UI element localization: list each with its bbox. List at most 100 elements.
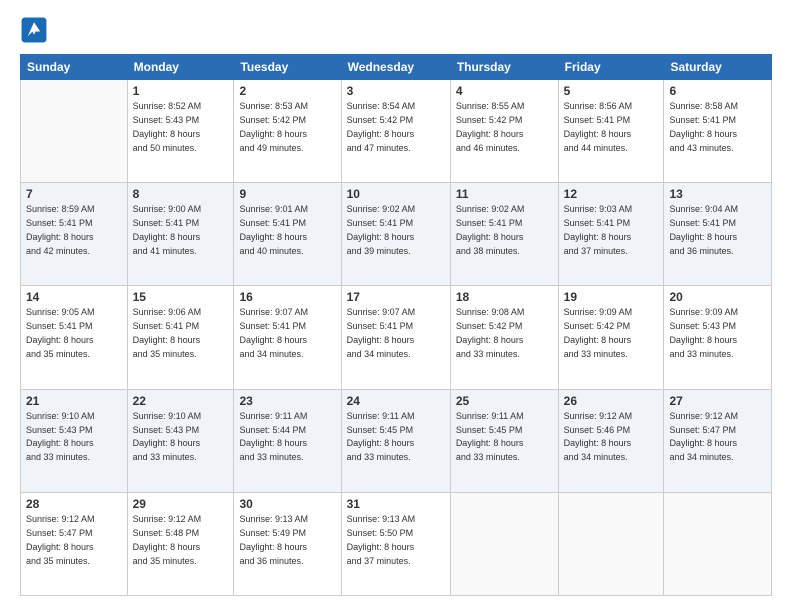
daylight-line2: and 34 minutes. — [669, 452, 733, 462]
daylight-line2: and 36 minutes. — [239, 556, 303, 566]
day-info: Sunrise: 9:10 AMSunset: 5:43 PMDaylight:… — [26, 410, 122, 466]
sunrise-text: Sunrise: 9:02 AM — [456, 204, 525, 214]
daylight-line1: Daylight: 8 hours — [239, 232, 307, 242]
sunrise-text: Sunrise: 9:06 AM — [133, 307, 202, 317]
sunrise-text: Sunrise: 9:01 AM — [239, 204, 308, 214]
daylight-line1: Daylight: 8 hours — [347, 129, 415, 139]
calendar-cell: 7Sunrise: 8:59 AMSunset: 5:41 PMDaylight… — [21, 183, 128, 286]
sunset-text: Sunset: 5:42 PM — [456, 115, 523, 125]
day-number: 3 — [347, 84, 445, 98]
daylight-line1: Daylight: 8 hours — [239, 335, 307, 345]
day-info: Sunrise: 9:02 AMSunset: 5:41 PMDaylight:… — [347, 203, 445, 259]
daylight-line2: and 33 minutes. — [456, 349, 520, 359]
sunrise-text: Sunrise: 9:10 AM — [26, 411, 95, 421]
daylight-line2: and 33 minutes. — [239, 452, 303, 462]
day-info: Sunrise: 9:12 AMSunset: 5:47 PMDaylight:… — [669, 410, 766, 466]
daylight-line2: and 35 minutes. — [133, 349, 197, 359]
sunset-text: Sunset: 5:42 PM — [239, 115, 306, 125]
sunrise-text: Sunrise: 9:13 AM — [347, 514, 416, 524]
calendar-cell: 2Sunrise: 8:53 AMSunset: 5:42 PMDaylight… — [234, 80, 341, 183]
day-number: 27 — [669, 394, 766, 408]
daylight-line2: and 35 minutes. — [26, 556, 90, 566]
day-number: 16 — [239, 290, 335, 304]
daylight-line1: Daylight: 8 hours — [564, 129, 632, 139]
day-info: Sunrise: 9:13 AMSunset: 5:50 PMDaylight:… — [347, 513, 445, 569]
day-info: Sunrise: 9:09 AMSunset: 5:42 PMDaylight:… — [564, 306, 659, 362]
sunset-text: Sunset: 5:42 PM — [456, 321, 523, 331]
sunset-text: Sunset: 5:41 PM — [564, 115, 631, 125]
weekday-header-sunday: Sunday — [21, 55, 128, 80]
header — [20, 16, 772, 44]
daylight-line1: Daylight: 8 hours — [669, 232, 737, 242]
daylight-line1: Daylight: 8 hours — [456, 438, 524, 448]
daylight-line2: and 33 minutes. — [564, 349, 628, 359]
daylight-line1: Daylight: 8 hours — [347, 232, 415, 242]
daylight-line2: and 35 minutes. — [133, 556, 197, 566]
day-number: 29 — [133, 497, 229, 511]
daylight-line1: Daylight: 8 hours — [564, 438, 632, 448]
sunset-text: Sunset: 5:41 PM — [26, 218, 93, 228]
calendar-cell: 5Sunrise: 8:56 AMSunset: 5:41 PMDaylight… — [558, 80, 664, 183]
day-number: 25 — [456, 394, 553, 408]
calendar-cell: 27 Sunrise: 9:12 AMSunset: 5:47 PMDayligh… — [664, 389, 772, 492]
sunset-text: Sunset: 5:41 PM — [239, 218, 306, 228]
day-number: 7 — [26, 187, 122, 201]
daylight-line2: and 34 minutes. — [239, 349, 303, 359]
calendar-cell: 22 Sunrise: 9:10 AMSunset: 5:43 PMDayligh… — [127, 389, 234, 492]
calendar-cell: 18Sunrise: 9:08 AMSunset: 5:42 PMDayligh… — [450, 286, 558, 389]
page: SundayMondayTuesdayWednesdayThursdayFrid… — [0, 0, 792, 612]
daylight-line2: and 38 minutes. — [456, 246, 520, 256]
day-info: Sunrise: 8:55 AMSunset: 5:42 PMDaylight:… — [456, 100, 553, 156]
day-info: Sunrise: 8:58 AMSunset: 5:41 PMDaylight:… — [669, 100, 766, 156]
calendar-cell: 4 Sunrise: 8:55 AMSunset: 5:42 PMDaylight… — [450, 80, 558, 183]
daylight-line1: Daylight: 8 hours — [26, 232, 94, 242]
daylight-line1: Daylight: 8 hours — [347, 542, 415, 552]
day-number: 4 — [456, 84, 553, 98]
daylight-line2: and 37 minutes. — [564, 246, 628, 256]
daylight-line2: and 43 minutes. — [669, 143, 733, 153]
daylight-line2: and 41 minutes. — [133, 246, 197, 256]
day-number: 22 — [133, 394, 229, 408]
sunrise-text: Sunrise: 9:13 AM — [239, 514, 308, 524]
calendar-cell: 28Sunrise: 9:12 AMSunset: 5:47 PMDayligh… — [21, 492, 128, 595]
day-number: 21 — [26, 394, 122, 408]
calendar-cell — [21, 80, 128, 183]
day-info: Sunrise: 9:09 AMSunset: 5:43 PMDaylight:… — [669, 306, 766, 362]
sunrise-text: Sunrise: 9:07 AM — [347, 307, 416, 317]
sunset-text: Sunset: 5:46 PM — [564, 425, 631, 435]
calendar-cell — [558, 492, 664, 595]
daylight-line1: Daylight: 8 hours — [133, 335, 201, 345]
sunset-text: Sunset: 5:41 PM — [239, 321, 306, 331]
sunrise-text: Sunrise: 9:12 AM — [26, 514, 95, 524]
day-number: 23 — [239, 394, 335, 408]
day-info: Sunrise: 9:03 AMSunset: 5:41 PMDaylight:… — [564, 203, 659, 259]
calendar-cell: 9Sunrise: 9:01 AMSunset: 5:41 PMDaylight… — [234, 183, 341, 286]
daylight-line2: and 33 minutes. — [669, 349, 733, 359]
day-number: 17 — [347, 290, 445, 304]
day-number: 1 — [133, 84, 229, 98]
sunset-text: Sunset: 5:49 PM — [239, 528, 306, 538]
day-number: 5 — [564, 84, 659, 98]
day-info: Sunrise: 9:02 AMSunset: 5:41 PMDaylight:… — [456, 203, 553, 259]
calendar-cell: 13Sunrise: 9:04 AMSunset: 5:41 PMDayligh… — [664, 183, 772, 286]
day-info: Sunrise: 9:10 AMSunset: 5:43 PMDaylight:… — [133, 410, 229, 466]
sunrise-text: Sunrise: 9:08 AM — [456, 307, 525, 317]
daylight-line2: and 33 minutes. — [456, 452, 520, 462]
week-row-1: 1Sunrise: 8:52 AMSunset: 5:43 PMDaylight… — [21, 80, 772, 183]
daylight-line2: and 37 minutes. — [347, 556, 411, 566]
daylight-line2: and 35 minutes. — [26, 349, 90, 359]
daylight-line2: and 49 minutes. — [239, 143, 303, 153]
sunrise-text: Sunrise: 9:12 AM — [133, 514, 202, 524]
calendar-cell: 11Sunrise: 9:02 AMSunset: 5:41 PMDayligh… — [450, 183, 558, 286]
sunset-text: Sunset: 5:42 PM — [564, 321, 631, 331]
calendar-cell: 26Sunrise: 9:12 AMSunset: 5:46 PMDayligh… — [558, 389, 664, 492]
day-info: Sunrise: 9:12 AMSunset: 5:48 PMDaylight:… — [133, 513, 229, 569]
weekday-header-wednesday: Wednesday — [341, 55, 450, 80]
weekday-header-tuesday: Tuesday — [234, 55, 341, 80]
daylight-line2: and 34 minutes. — [347, 349, 411, 359]
week-row-5: 28Sunrise: 9:12 AMSunset: 5:47 PMDayligh… — [21, 492, 772, 595]
calendar-cell: 12Sunrise: 9:03 AMSunset: 5:41 PMDayligh… — [558, 183, 664, 286]
day-number: 26 — [564, 394, 659, 408]
day-info: Sunrise: 8:53 AMSunset: 5:42 PMDaylight:… — [239, 100, 335, 156]
sunrise-text: Sunrise: 9:10 AM — [133, 411, 202, 421]
